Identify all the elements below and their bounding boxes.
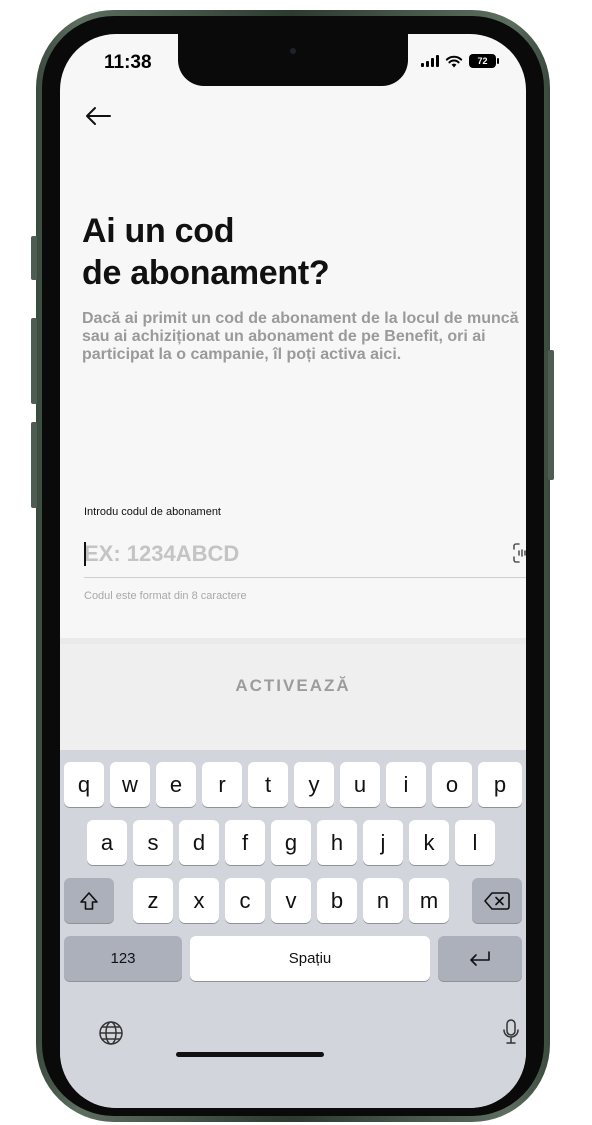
key-t[interactable]: t (248, 762, 288, 807)
wifi-icon (445, 55, 463, 68)
key-m[interactable]: m (409, 878, 449, 923)
cellular-signal-icon (421, 55, 439, 67)
code-field-label: Introdu codul de abonament (84, 506, 221, 518)
text-cursor (84, 542, 86, 566)
shift-key[interactable] (64, 878, 114, 923)
shift-icon (80, 891, 98, 910)
key-o[interactable]: o (432, 762, 472, 807)
scan-code-icon[interactable] (512, 542, 526, 564)
key-k[interactable]: k (409, 820, 449, 865)
delete-key[interactable] (472, 878, 522, 923)
key-q[interactable]: q (64, 762, 104, 807)
delete-icon (484, 891, 510, 910)
key-u[interactable]: u (340, 762, 380, 807)
volume-up-button (31, 318, 37, 404)
key-y[interactable]: y (294, 762, 334, 807)
activate-area: ACTIVEAZĂ (60, 644, 526, 750)
key-v[interactable]: v (271, 878, 311, 923)
key-c[interactable]: c (225, 878, 265, 923)
code-field (84, 534, 526, 574)
key-b[interactable]: b (317, 878, 357, 923)
key-h[interactable]: h (317, 820, 357, 865)
home-indicator (176, 1052, 324, 1057)
arrow-left-icon (86, 107, 111, 125)
return-key[interactable] (438, 936, 522, 981)
key-p[interactable]: p (478, 762, 522, 807)
page-title-line2: de abonament? (82, 254, 330, 292)
battery-icon: 72 (469, 54, 499, 68)
key-a[interactable]: a (87, 820, 127, 865)
microphone-icon[interactable] (502, 1018, 520, 1046)
page-title: Ai un cod de abonament? (82, 210, 330, 294)
key-w[interactable]: w (110, 762, 150, 807)
numbers-key[interactable]: 123 (64, 936, 182, 981)
key-f[interactable]: f (225, 820, 265, 865)
return-icon (470, 950, 490, 966)
code-input[interactable] (84, 534, 526, 574)
space-key[interactable]: Spațiu (190, 936, 430, 981)
status-icons: 72 (421, 54, 499, 68)
key-g[interactable]: g (271, 820, 311, 865)
activate-button[interactable]: ACTIVEAZĂ (60, 676, 526, 696)
key-j[interactable]: j (363, 820, 403, 865)
key-x[interactable]: x (179, 878, 219, 923)
back-button[interactable] (84, 98, 120, 134)
key-d[interactable]: d (179, 820, 219, 865)
key-r[interactable]: r (202, 762, 242, 807)
silent-switch (31, 236, 37, 280)
camera-dot (290, 48, 296, 54)
code-field-underline (84, 577, 526, 578)
key-s[interactable]: s (133, 820, 173, 865)
page-description: Dacă ai primit un cod de abonament de la… (82, 310, 519, 363)
key-z[interactable]: z (133, 878, 173, 923)
key-l[interactable]: l (455, 820, 495, 865)
key-e[interactable]: e (156, 762, 196, 807)
status-time: 11:38 (104, 52, 152, 73)
code-field-hint: Codul este format din 8 caractere (84, 590, 247, 602)
key-i[interactable]: i (386, 762, 426, 807)
key-n[interactable]: n (363, 878, 403, 923)
phone-screen: 11:38 72 Ai un cod de abonament? Dacă ai… (60, 34, 526, 1108)
page-title-line1: Ai un cod (82, 212, 235, 250)
power-button (548, 350, 554, 480)
volume-down-button (31, 422, 37, 508)
globe-icon[interactable] (98, 1020, 124, 1046)
notch (178, 34, 408, 86)
